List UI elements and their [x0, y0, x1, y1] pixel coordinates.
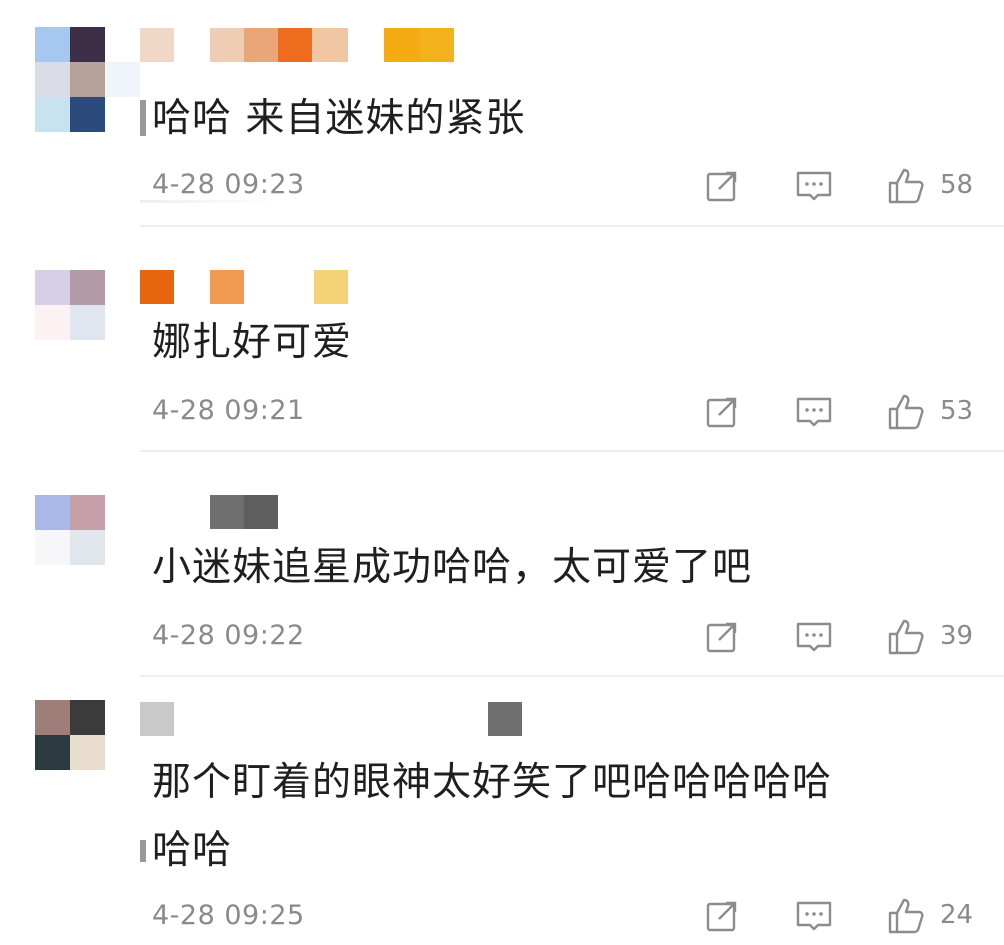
- share-icon[interactable]: [702, 166, 742, 206]
- divider: [140, 675, 1004, 677]
- thumbs-up-icon[interactable]: [886, 617, 926, 657]
- divider: [140, 225, 1004, 227]
- avatar[interactable]: [35, 27, 105, 132]
- comment-actions: 24: [690, 896, 990, 936]
- comment-actions: 53: [690, 392, 990, 432]
- comment-item: 那个盯着的眼神太好笑了吧哈哈哈哈哈 哈哈 4-28 09:25 24: [0, 690, 1004, 945]
- comment-timestamp: 4-28 09:22: [152, 620, 305, 651]
- comment-timestamp: 4-28 09:25: [152, 900, 305, 931]
- comment-item: 娜扎好可爱 4-28 09:21 53: [0, 240, 1004, 450]
- comment-actions: 39: [690, 617, 990, 657]
- comment-text: 小迷妹追星成功哈哈，太可爱了吧: [152, 545, 753, 590]
- comment-text: 娜扎好可爱: [152, 320, 353, 365]
- like-count: 39: [940, 621, 974, 651]
- comment-icon[interactable]: [794, 617, 834, 657]
- comment-timestamp: 4-28 09:23: [152, 169, 305, 200]
- like-count: 24: [940, 900, 974, 930]
- comment-actions: 58: [690, 166, 990, 206]
- comment-timestamp: 4-28 09:21: [152, 395, 305, 426]
- share-icon[interactable]: [702, 617, 742, 657]
- thumbs-up-icon[interactable]: [886, 166, 926, 206]
- username[interactable]: [140, 495, 320, 531]
- thumbs-up-icon[interactable]: [886, 392, 926, 432]
- comment-text-line-1: 那个盯着的眼神太好笑了吧哈哈哈哈哈: [152, 760, 833, 805]
- comment-icon[interactable]: [794, 166, 834, 206]
- avatar[interactable]: [35, 700, 105, 770]
- comment-icon[interactable]: [794, 896, 834, 936]
- divider: [140, 450, 1004, 452]
- thumbs-up-icon[interactable]: [886, 896, 926, 936]
- share-icon[interactable]: [702, 896, 742, 936]
- like-count: 58: [940, 170, 974, 200]
- comment-text: 哈哈 来自迷妹的紧张: [152, 96, 526, 141]
- comment-text-line-2: 哈哈: [152, 828, 233, 873]
- share-icon[interactable]: [702, 392, 742, 432]
- comment-item: 哈哈 来自迷妹的紧张 4-28 09:23 58: [0, 0, 1004, 225]
- avatar[interactable]: [35, 270, 105, 340]
- comment-item: 小迷妹追星成功哈哈，太可爱了吧 4-28 09:22 39: [0, 465, 1004, 675]
- like-count: 53: [940, 396, 974, 426]
- avatar[interactable]: [35, 495, 105, 565]
- comment-icon[interactable]: [794, 392, 834, 432]
- username[interactable]: [140, 702, 530, 738]
- username[interactable]: [140, 270, 360, 306]
- username[interactable]: [140, 28, 470, 64]
